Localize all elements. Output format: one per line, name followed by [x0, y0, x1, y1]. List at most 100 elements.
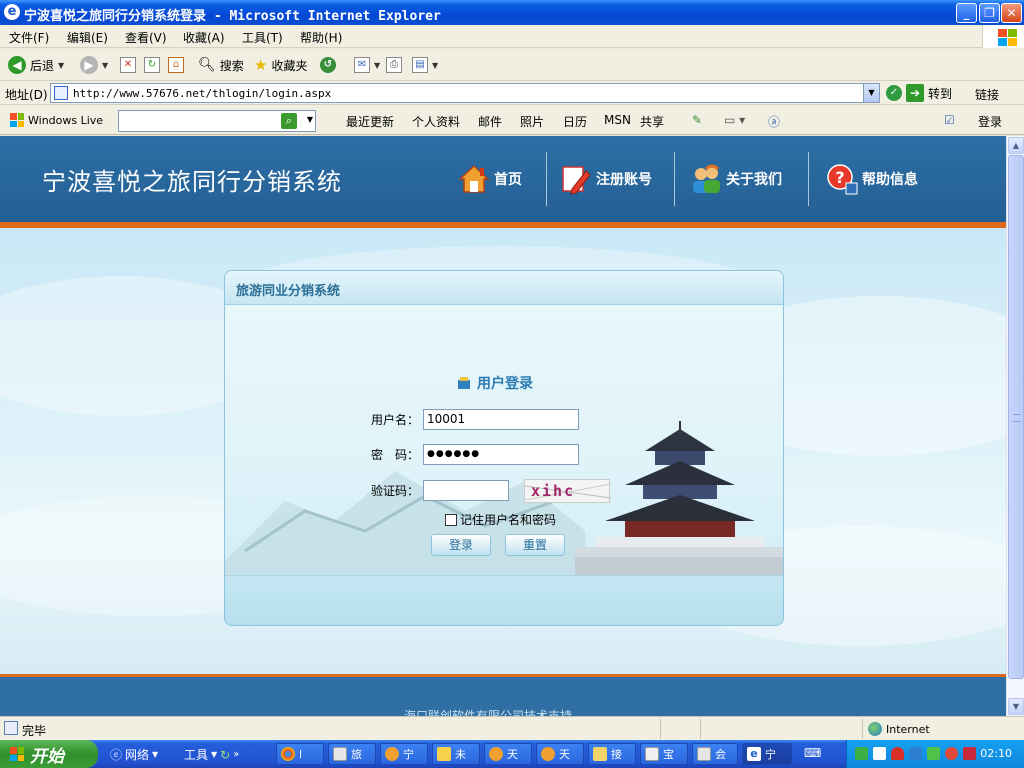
dropdown-arrow-icon[interactable]: ▼ [307, 115, 313, 124]
live-link-photos[interactable]: 照片 [520, 113, 544, 130]
taskbar-item-chat2[interactable]: 天 [484, 743, 532, 765]
nav-divider [808, 152, 809, 206]
home-button[interactable]: ⌂ [168, 55, 184, 75]
live-search-input[interactable]: ⌕ ▼ [118, 110, 316, 132]
live-link-msn[interactable]: MSN [604, 113, 631, 127]
chat-users-icon [489, 747, 503, 761]
minimize-button[interactable]: _ [956, 3, 977, 23]
ie-quicklaunch-icon: ⓔ [110, 748, 123, 762]
windows-flag-icon [10, 113, 24, 127]
windows-live-brand[interactable]: Windows Live [10, 113, 103, 127]
tray-defender-icon[interactable] [909, 747, 922, 760]
tray-app-icon[interactable] [873, 747, 886, 760]
taskbar: 开始 ⓔ 网络 ▼ 工具 ▼ ↻ » l 旅 宁 未 天 天 接 宝 会 e 宁… [0, 740, 1024, 768]
scroll-up-icon[interactable]: ▲ [1008, 137, 1024, 154]
remember-me[interactable]: 记住用户名和密码 [445, 511, 556, 528]
footer-text: 海口联创软件有限公司技术支持 [404, 709, 573, 716]
tray-shield-icon[interactable] [855, 747, 868, 760]
password-row: 密 码： ●●●●●● [357, 444, 579, 465]
links-button[interactable]: 链接 [975, 86, 999, 103]
menu-view[interactable]: 查看(V) [125, 29, 167, 46]
live-window-icon[interactable]: ▭ ▾ [724, 113, 745, 127]
login-panel: 旅游同业分销系统 用户登录 用户名： 10001 密 码： ●●●●●● 验证码… [224, 270, 784, 626]
forward-button[interactable]: ▶ ▼ [80, 55, 108, 75]
refresh-button[interactable]: ↻ [144, 55, 160, 75]
live-link-profile[interactable]: 个人资料 [412, 113, 460, 130]
vertical-scrollbar[interactable]: ▲ ▼ [1006, 136, 1024, 716]
taskbar-item-doc2[interactable]: 宝 [640, 743, 688, 765]
edit-button[interactable]: ▤ ▼ [412, 55, 438, 75]
live-link-mail[interactable]: 邮件 [478, 113, 502, 130]
close-button[interactable]: ✕ [1001, 3, 1022, 23]
star-icon: ★ [254, 56, 268, 74]
captcha-input[interactable] [423, 480, 509, 501]
tray-security-icon[interactable] [945, 747, 958, 760]
reset-button[interactable]: 重置 [505, 534, 565, 556]
browser-icon [281, 747, 295, 761]
stop-button[interactable]: ✕ [120, 55, 136, 75]
ie-icon: e [4, 4, 20, 20]
nav-help[interactable]: ? 帮助信息 [826, 156, 918, 202]
go-button[interactable]: 转到 [928, 85, 952, 102]
menu-tools[interactable]: 工具(T) [242, 29, 283, 46]
login-panel-header: 旅游同业分销系统 [225, 271, 783, 305]
taskbar-item-doc1[interactable]: 旅 [328, 743, 376, 765]
live-link-share[interactable]: 共享 [640, 113, 664, 130]
live-login-link[interactable]: 登录 [978, 113, 1002, 130]
security-zone: Internet [868, 722, 930, 736]
menu-file[interactable]: 文件(F) [9, 29, 49, 46]
remember-checkbox[interactable] [445, 513, 457, 526]
quicklaunch-tools[interactable]: 工具 ▼ ↻ » [184, 746, 239, 763]
page-content: 宁波喜悦之旅同行分销系统 首页 注册账号 关于我们 ? 帮助信息 旅游同业分销系… [0, 136, 1006, 716]
address-dropdown-icon[interactable]: ▼ [863, 84, 879, 102]
taskbar-item-chrome[interactable]: l [276, 743, 324, 765]
taskbar-item-ie-active[interactable]: e 宁 [742, 743, 792, 765]
nav-home[interactable]: 首页 [458, 156, 522, 202]
taskbar-item-paint[interactable]: 未 [432, 743, 480, 765]
print-button[interactable]: ⎙ [386, 55, 402, 75]
header-accent-bar [0, 222, 1006, 228]
site-header: 宁波喜悦之旅同行分销系统 首页 注册账号 关于我们 ? 帮助信息 [0, 136, 1006, 222]
live-translate-icon[interactable]: ⓐ [768, 113, 780, 130]
edit-page-icon: ▤ [412, 57, 428, 73]
search-button[interactable]: 🔍︎ 搜索 [198, 55, 244, 75]
menu-favorites[interactable]: 收藏(A) [183, 29, 225, 46]
start-button[interactable]: 开始 [0, 740, 98, 768]
page-icon [54, 86, 68, 100]
tray-guard-icon[interactable] [963, 747, 976, 760]
keyboard-icon[interactable]: ⌨ [804, 746, 821, 760]
dropdown-arrow-icon: ▼ [102, 60, 109, 70]
tray-antivirus-icon[interactable] [891, 747, 904, 760]
nav-about[interactable]: 关于我们 [690, 156, 782, 202]
quicklaunch-network[interactable]: ⓔ 网络 ▼ [110, 746, 158, 763]
shield-icon[interactable]: ✓ [886, 85, 902, 101]
username-label: 用户名： [370, 413, 419, 427]
live-search-icon[interactable]: ⌕ [281, 113, 297, 129]
maximize-button[interactable]: ❐ [979, 3, 1000, 23]
menu-edit[interactable]: 编辑(E) [67, 29, 108, 46]
tray-network-icon[interactable] [927, 747, 940, 760]
live-tool-icon[interactable]: ✎ [692, 113, 702, 127]
scroll-down-icon[interactable]: ▼ [1008, 698, 1024, 715]
back-button[interactable]: ◀ 后退 ▼ [8, 55, 64, 75]
address-input[interactable]: http://www.57676.net/thlogin/login.aspx … [50, 83, 880, 103]
username-input[interactable]: 10001 [423, 409, 579, 430]
scroll-thumb[interactable] [1008, 155, 1024, 679]
document-icon [333, 747, 347, 761]
taskbar-item-chat3[interactable]: 天 [536, 743, 584, 765]
mail-button[interactable]: ✉ ▼ [354, 55, 380, 75]
password-input[interactable]: ●●●●●● [423, 444, 579, 465]
favorites-button[interactable]: ★ 收藏夹 [254, 55, 307, 75]
history-button[interactable]: ↺ [320, 55, 336, 75]
taskbar-item-chat1[interactable]: 宁 [380, 743, 428, 765]
go-arrow-icon[interactable]: ➔ [906, 84, 924, 102]
nav-register[interactable]: 注册账号 [560, 156, 652, 202]
status-divider [700, 719, 701, 739]
login-button[interactable]: 登录 [431, 534, 491, 556]
live-link-calendar[interactable]: 日历 [563, 113, 587, 130]
captcha-image[interactable]: xihc [524, 479, 611, 503]
taskbar-item-folder[interactable]: 接 [588, 743, 636, 765]
taskbar-item-doc3[interactable]: 会 [692, 743, 738, 765]
live-link-updates[interactable]: 最近更新 [346, 113, 394, 130]
menu-help[interactable]: 帮助(H) [300, 29, 342, 46]
